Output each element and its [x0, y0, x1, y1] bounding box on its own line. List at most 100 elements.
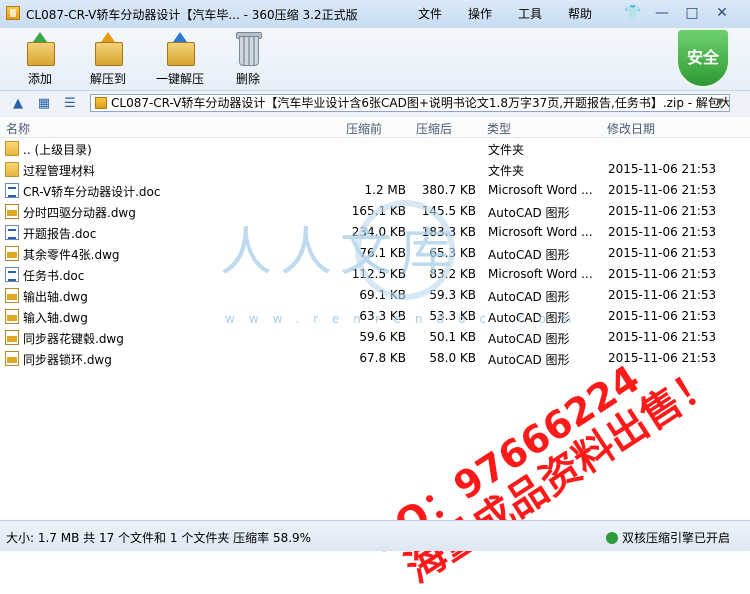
- trash-bin-icon: [231, 32, 265, 66]
- dwg-file-icon: [5, 309, 19, 324]
- column-name[interactable]: 名称: [6, 120, 30, 137]
- word-doc-icon: [5, 267, 19, 282]
- main-toolbar: 添加 解压到 一键解压 删除: [0, 28, 750, 90]
- file-type: Microsoft Word ...: [488, 183, 593, 197]
- file-name: 同步器锁环.dwg: [23, 353, 112, 367]
- file-size-after: 183.3 KB: [421, 225, 476, 239]
- file-row[interactable]: 输出轴.dwg 69.1 KB 59.3 KB AutoCAD 图形 2015-11-0…: [0, 285, 750, 306]
- file-row[interactable]: 输入轴.dwg 63.3 KB 53.3 KB AutoCAD 图形 2015-11-0…: [0, 306, 750, 327]
- file-size-after: 83.2 KB: [429, 267, 476, 281]
- large-icon-view-icon[interactable]: ▦: [36, 96, 52, 112]
- menu-operation[interactable]: 操作: [468, 5, 492, 22]
- extract-to-button[interactable]: 解压到: [76, 30, 140, 88]
- file-row[interactable]: 分时四驱分动器.dwg 165.1 KB 145.5 KB AutoCAD 图形 201…: [0, 201, 750, 222]
- file-type: AutoCAD 图形: [488, 290, 570, 304]
- file-name: .. (上级目录): [23, 143, 92, 157]
- list-view-icon[interactable]: ☰: [62, 96, 78, 112]
- file-size-before: 112.5 KB: [351, 267, 406, 281]
- file-size-after: 145.5 KB: [421, 204, 476, 218]
- add-label: 添加: [27, 72, 52, 86]
- file-modified: 2015-11-06 21:53: [608, 267, 717, 281]
- file-row[interactable]: 其余零件4张.dwg 76.1 KB 65.3 KB AutoCAD 图形 2015-1…: [0, 243, 750, 264]
- file-name: 输入轴.dwg: [23, 311, 88, 325]
- engine-status: 双核压缩引擎已开启: [605, 529, 730, 546]
- file-row[interactable]: 过程管理材料 文件夹 2015-11-06 21:53: [0, 159, 750, 180]
- column-modified[interactable]: 修改日期: [607, 120, 655, 137]
- menu-tools[interactable]: 工具: [518, 5, 542, 22]
- file-list-header: 名称 压缩前 压缩后 类型 修改日期: [0, 117, 750, 138]
- column-type[interactable]: 类型: [487, 120, 511, 137]
- security-shield-badge[interactable]: 安全: [676, 28, 730, 88]
- add-button[interactable]: 添加: [8, 30, 72, 88]
- file-row[interactable]: 同步器锁环.dwg 67.8 KB 58.0 KB AutoCAD 图形 2015-11…: [0, 348, 750, 369]
- file-size-before: 165.1 KB: [351, 204, 406, 218]
- maximize-icon[interactable]: □: [684, 5, 700, 21]
- status-bar: 大小: 1.7 MB 共 17 个文件和 1 个文件夹 压缩率 58.9% 双核…: [0, 520, 750, 551]
- file-type: AutoCAD 图形: [488, 311, 570, 325]
- archive-path-field[interactable]: CL087-CR-V轿车分动器设计【汽车毕业设计含6张CAD图+说明书论文1.8…: [90, 94, 730, 112]
- menu-file[interactable]: 文件: [418, 5, 442, 22]
- file-type: Microsoft Word ...: [488, 225, 593, 239]
- file-row[interactable]: 任务书.doc 112.5 KB 83.2 KB Microsoft Word ...…: [0, 264, 750, 285]
- file-list: .. (上级目录) 文件夹 过程管理材料 文件夹 2015-11-06 21:53 CR-…: [0, 138, 750, 520]
- extract-one-click-button[interactable]: 一键解压: [148, 30, 212, 88]
- extract-to-label: 解压到: [89, 72, 126, 86]
- file-modified: 2015-11-06 21:53: [608, 351, 717, 365]
- file-size-before: 69.1 KB: [359, 288, 406, 302]
- file-type: AutoCAD 图形: [488, 248, 570, 262]
- file-row[interactable]: .. (上级目录) 文件夹: [0, 138, 750, 159]
- file-size-after: 53.3 KB: [429, 309, 476, 323]
- archive-summary: 大小: 1.7 MB 共 17 个文件和 1 个文件夹 压缩率 58.9%: [6, 531, 312, 545]
- file-row[interactable]: CR-V轿车分动器设计.doc 1.2 MB 380.7 KB Microsoft W…: [0, 180, 750, 201]
- folder-icon: [5, 141, 19, 156]
- file-name: 任务书.doc: [23, 269, 85, 283]
- dual-engine-icon: [605, 532, 618, 544]
- up-folder-icon[interactable]: ▲: [10, 96, 26, 112]
- minimize-icon[interactable]: —: [654, 5, 670, 21]
- dwg-file-icon: [5, 288, 19, 303]
- title-bar: CL087-CR-V轿车分动器设计【汽车毕... - 360压缩 3.2正式版 …: [0, 0, 750, 29]
- file-modified: 2015-11-06 21:53: [608, 288, 717, 302]
- zip-file-icon: [95, 97, 107, 109]
- file-type: AutoCAD 图形: [488, 332, 570, 346]
- file-type: 文件夹: [488, 164, 525, 178]
- file-row[interactable]: 同步器花键毂.dwg 59.6 KB 50.1 KB AutoCAD 图形 2015-1…: [0, 327, 750, 348]
- column-compressed-before[interactable]: 压缩前: [346, 120, 382, 137]
- dwg-file-icon: [5, 330, 19, 345]
- file-modified: 2015-11-06 21:53: [608, 204, 717, 218]
- file-modified: 2015-11-06 21:53: [608, 330, 717, 344]
- file-name: 其余零件4张.dwg: [23, 248, 120, 262]
- app-logo-icon: [6, 6, 20, 20]
- file-name: CR-V轿车分动器设计.doc: [23, 185, 161, 199]
- file-type: AutoCAD 图形: [488, 206, 570, 220]
- file-name: 分时四驱分动器.dwg: [23, 206, 136, 220]
- file-name: 输出轴.dwg: [23, 290, 88, 304]
- delete-label: 删除: [235, 72, 260, 86]
- add-archive-icon: [23, 32, 57, 66]
- address-bar: ▲ ▦ ☰ CL087-CR-V轿车分动器设计【汽车毕业设计含6张CAD图+说明…: [0, 90, 750, 118]
- file-size-after: 59.3 KB: [429, 288, 476, 302]
- close-icon[interactable]: ✕: [714, 5, 730, 21]
- file-size-before: 1.2 MB: [364, 183, 406, 197]
- file-modified: 2015-11-06 21:53: [608, 162, 717, 176]
- file-size-before: 67.8 KB: [359, 351, 406, 365]
- column-compressed-after[interactable]: 压缩后: [416, 120, 452, 137]
- chevron-down-icon[interactable]: ▼: [713, 95, 727, 111]
- file-name: 过程管理材料: [23, 164, 96, 178]
- delete-button[interactable]: 删除: [216, 30, 280, 88]
- dwg-file-icon: [5, 351, 19, 366]
- file-row[interactable]: 开题报告.doc 234.0 KB 183.3 KB Microsoft Word .…: [0, 222, 750, 243]
- extract-to-icon: [91, 32, 125, 66]
- file-modified: 2015-11-06 21:53: [608, 183, 717, 197]
- menu-help[interactable]: 帮助: [568, 5, 592, 22]
- file-type: Microsoft Word ...: [488, 267, 593, 281]
- archive-path-text: CL087-CR-V轿车分动器设计【汽车毕业设计含6张CAD图+说明书论文1.8…: [111, 96, 730, 110]
- file-modified: 2015-11-06 21:53: [608, 309, 717, 323]
- skin-shirt-icon[interactable]: 👕: [624, 5, 641, 21]
- file-name: 开题报告.doc: [23, 227, 97, 241]
- file-modified: 2015-11-06 21:53: [608, 225, 717, 239]
- file-type: AutoCAD 图形: [488, 353, 570, 367]
- extract-one-click-icon: [163, 32, 197, 66]
- word-doc-icon: [5, 183, 19, 198]
- file-size-before: 63.3 KB: [359, 309, 406, 323]
